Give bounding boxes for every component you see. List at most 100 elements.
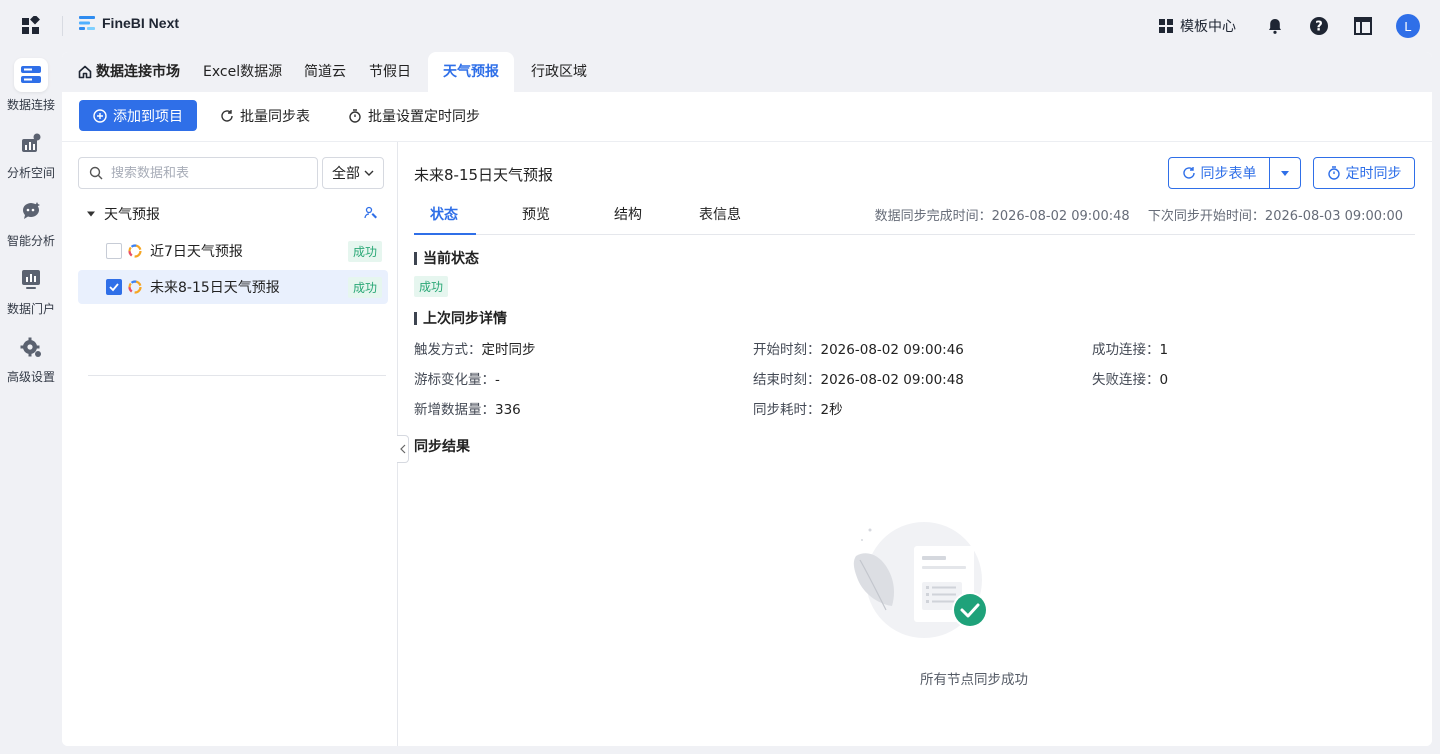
nav-data-portal[interactable]: 数据门户 bbox=[0, 262, 62, 317]
sync-done-time: 数据同步完成时间：2026-08-02 09:00:48 bbox=[874, 209, 1130, 224]
timer-sync-label: 定时同步 bbox=[1345, 166, 1402, 182]
kv-label: 失败连接： bbox=[1092, 372, 1160, 388]
tab-status[interactable]: 状态 bbox=[430, 204, 458, 224]
checkbox[interactable] bbox=[106, 243, 122, 259]
template-center-label: 模板中心 bbox=[1180, 19, 1236, 35]
cursor-change: 游标变化量：- bbox=[414, 368, 500, 388]
tree-item-8-15day[interactable]: 未来8-15日天气预报 成功 bbox=[78, 270, 388, 304]
connector-tab-bar: 数据连接市场 Excel数据源 简道云 节假日 天气预报 行政区域 bbox=[62, 52, 1432, 92]
analysis-space-icon bbox=[14, 126, 48, 160]
kv-label: 触发方式： bbox=[414, 342, 482, 358]
apps-grid-icon[interactable] bbox=[22, 16, 40, 34]
search-box bbox=[78, 157, 318, 189]
success-connections: 成功连接：1 bbox=[1092, 338, 1168, 358]
status-badge: 成功 bbox=[347, 276, 382, 298]
filter-value: 全部 bbox=[332, 166, 360, 182]
tree-item-7day[interactable]: 近7日天气预报 成功 bbox=[78, 234, 388, 268]
batch-sync-label: 批量同步表 bbox=[240, 108, 310, 125]
tab-label: 数据连接市场 bbox=[96, 64, 180, 80]
data-portal-icon bbox=[14, 262, 48, 296]
weather-datasource-icon bbox=[128, 280, 142, 294]
kv-label: 新增数据量： bbox=[414, 402, 495, 418]
tab-holiday[interactable]: 节假日 bbox=[355, 52, 425, 92]
kv-value: 2秒 bbox=[820, 402, 843, 418]
connection-settings-icon[interactable] bbox=[364, 206, 378, 224]
tab-jiandaoyun[interactable]: 简道云 bbox=[290, 52, 360, 92]
caret-down-icon bbox=[87, 211, 95, 217]
failed-connections: 失败连接：0 bbox=[1092, 368, 1168, 388]
brand-name: FineBI Next bbox=[102, 15, 180, 31]
current-status-heading: 当前状态 bbox=[414, 248, 479, 268]
current-status-badge: 成功 bbox=[414, 276, 449, 297]
nav-label: 智能分析 bbox=[6, 234, 55, 248]
nav-advanced-settings[interactable]: 高级设置 bbox=[0, 330, 62, 385]
checkbox-checked[interactable] bbox=[106, 279, 122, 295]
bell-icon[interactable] bbox=[1264, 15, 1286, 37]
kv-value: 1 bbox=[1159, 342, 1169, 358]
help-icon[interactable]: ? bbox=[1308, 15, 1330, 37]
refresh-icon bbox=[221, 109, 233, 122]
next-sync-time: 下次同步开始时间：2026-08-03 09:00:00 bbox=[1147, 209, 1403, 224]
heading-text: 同步结果 bbox=[414, 439, 470, 455]
stopwatch-icon bbox=[1327, 166, 1340, 180]
add-to-project-label: 添加到项目 bbox=[113, 108, 183, 125]
kv-value: 定时同步 bbox=[481, 342, 536, 358]
toolbar: 添加到项目 批量同步表 批量设置定时同步 bbox=[62, 92, 1432, 142]
tab-admin-region[interactable]: 行政区域 bbox=[517, 52, 601, 92]
tab-structure[interactable]: 结构 bbox=[614, 204, 642, 224]
sync-times: 数据同步完成时间：2026-08-02 09:00:48 下次同步开始时间：20… bbox=[875, 205, 1403, 224]
heading-text: 当前状态 bbox=[423, 251, 479, 267]
svg-text:?: ? bbox=[1315, 20, 1323, 35]
nav-data-connection[interactable]: 数据连接 bbox=[0, 58, 62, 113]
template-center-button[interactable]: 模板中心 bbox=[1158, 16, 1236, 36]
batch-sync-button[interactable]: 批量同步表 bbox=[220, 100, 310, 131]
advanced-settings-icon bbox=[14, 330, 48, 364]
sync-result-heading: 同步结果 bbox=[414, 436, 470, 456]
trigger-method: 触发方式：定时同步 bbox=[414, 338, 536, 358]
tab-table-info[interactable]: 表信息 bbox=[699, 204, 741, 224]
table-tree-panel: 全部 天气预报 bbox=[62, 142, 398, 746]
collapse-panel-handle[interactable] bbox=[397, 435, 409, 463]
search-input[interactable] bbox=[111, 165, 311, 181]
main-panel: 数据连接市场 Excel数据源 简道云 节假日 天气预报 行政区域 添加到项目 … bbox=[62, 52, 1432, 746]
user-avatar[interactable]: L bbox=[1396, 14, 1420, 38]
nav-analysis-space[interactable]: 分析空间 bbox=[0, 126, 62, 181]
caret-down-icon bbox=[1281, 171, 1289, 176]
filter-dropdown[interactable]: 全部 bbox=[322, 157, 384, 189]
tab-connection-market[interactable]: 数据连接市场 bbox=[62, 52, 194, 92]
layout-icon[interactable] bbox=[1352, 15, 1374, 37]
batch-schedule-button[interactable]: 批量设置定时同步 bbox=[348, 100, 480, 131]
sync-options-dropdown[interactable] bbox=[1270, 158, 1300, 188]
kv-value: - bbox=[495, 372, 500, 388]
sync-form-label: 同步表单 bbox=[1200, 166, 1257, 182]
status-badge: 成功 bbox=[347, 240, 382, 262]
tab-preview[interactable]: 预览 bbox=[522, 204, 550, 224]
tab-excel[interactable]: Excel数据源 bbox=[189, 52, 296, 92]
kv-label: 成功连接： bbox=[1092, 342, 1160, 358]
active-tab-indicator bbox=[414, 233, 476, 235]
kv-value: 2026-08-02 09:00:48 bbox=[820, 372, 964, 388]
batch-schedule-label: 批量设置定时同步 bbox=[368, 108, 480, 125]
kv-label: 游标变化量： bbox=[414, 372, 495, 388]
brand-logo: FineBI Next bbox=[78, 14, 179, 32]
check-icon bbox=[109, 283, 119, 292]
timer-sync-button[interactable]: 定时同步 bbox=[1313, 157, 1415, 189]
tab-weather-forecast[interactable]: 天气预报 bbox=[428, 52, 514, 92]
chevron-left-icon bbox=[399, 444, 405, 454]
smart-analysis-icon bbox=[14, 194, 48, 228]
nav-smart-analysis[interactable]: 智能分析 bbox=[0, 194, 62, 249]
detail-tabs: 状态 预览 结构 表信息 数据同步完成时间：2026-08-02 09:00:4… bbox=[414, 194, 1415, 235]
sync-success-illustration bbox=[853, 522, 988, 638]
add-to-project-button[interactable]: 添加到项目 bbox=[79, 100, 197, 131]
tree-divider bbox=[88, 375, 386, 376]
sync-form-button[interactable]: 同步表单 bbox=[1169, 158, 1270, 188]
home-icon bbox=[78, 65, 92, 79]
start-time: 开始时刻：2026-08-02 09:00:46 bbox=[753, 338, 964, 358]
table-title: 未来8-15日天气预报 bbox=[414, 166, 554, 184]
heading-text: 上次同步详情 bbox=[423, 311, 507, 327]
end-time: 结束时刻：2026-08-02 09:00:48 bbox=[753, 368, 964, 388]
kv-value: 2026-08-02 09:00:46 bbox=[820, 342, 964, 358]
plus-circle-icon bbox=[93, 108, 107, 123]
tree-root-weather[interactable]: 天气预报 bbox=[86, 204, 160, 224]
nav-label: 数据门户 bbox=[6, 302, 55, 316]
